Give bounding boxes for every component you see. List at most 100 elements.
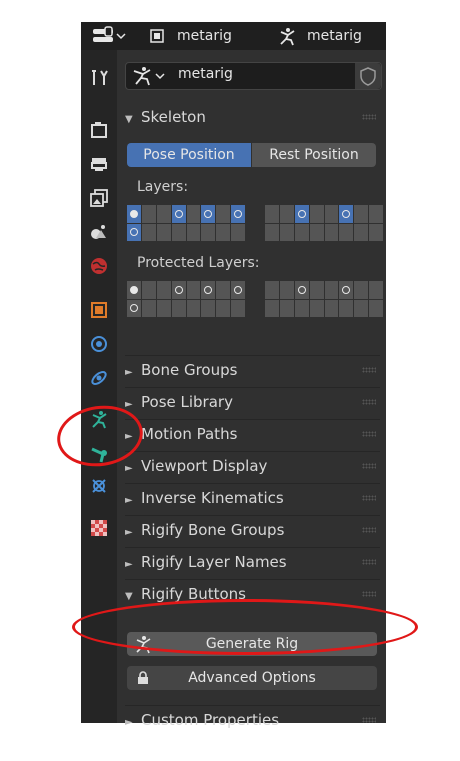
- tool-tab[interactable]: [85, 64, 113, 92]
- protected-layer-toggle[interactable]: [156, 299, 171, 317]
- drag-grip-icon[interactable]: [362, 559, 376, 565]
- layer-toggle[interactable]: [339, 205, 354, 223]
- layer-toggle[interactable]: [369, 223, 383, 241]
- layer-toggle[interactable]: [156, 205, 171, 223]
- protected-layer-toggle[interactable]: [339, 281, 354, 299]
- protected-layer-toggle[interactable]: [279, 299, 294, 317]
- breadcrumb-armature[interactable]: metarig: [307, 26, 362, 46]
- texture-tab[interactable]: [85, 514, 113, 542]
- modifiers-tab[interactable]: [85, 330, 113, 358]
- layer-toggle[interactable]: [231, 205, 245, 223]
- layer-toggle[interactable]: [186, 205, 201, 223]
- protected-layer-toggle[interactable]: [231, 281, 245, 299]
- rigify-bone-groups-panel-header[interactable]: ► Rigify Bone Groups: [125, 515, 380, 544]
- protected-layer-toggle[interactable]: [186, 281, 201, 299]
- layer-toggle[interactable]: [127, 223, 141, 241]
- output-tab[interactable]: [85, 150, 113, 178]
- drag-grip-icon[interactable]: [362, 527, 376, 533]
- armature-data-name-field[interactable]: metarig: [125, 62, 382, 90]
- layer-toggle[interactable]: [309, 223, 324, 241]
- inverse-kinematics-panel-header[interactable]: ► Inverse Kinematics: [125, 483, 380, 512]
- protected-layer-toggle[interactable]: [141, 299, 156, 317]
- protected-layer-toggle[interactable]: [354, 299, 369, 317]
- layer-toggle[interactable]: [171, 223, 186, 241]
- protected-layer-toggle[interactable]: [127, 281, 141, 299]
- layer-toggle[interactable]: [201, 223, 216, 241]
- physics-tab[interactable]: [85, 364, 113, 392]
- protected-layer-toggle[interactable]: [231, 299, 245, 317]
- protected-layer-toggle[interactable]: [369, 299, 383, 317]
- drag-grip-icon[interactable]: [362, 591, 376, 597]
- armature-browse-icon[interactable]: [130, 64, 170, 88]
- layer-toggle[interactable]: [369, 205, 383, 223]
- protected-layer-toggle[interactable]: [294, 299, 309, 317]
- breadcrumb-object[interactable]: metarig: [177, 26, 232, 46]
- pose-position-button[interactable]: Pose Position: [127, 143, 251, 167]
- custom-properties-panel-header[interactable]: ► Custom Properties: [125, 705, 380, 729]
- protected-layer-toggle[interactable]: [127, 299, 141, 317]
- protected-layer-toggle[interactable]: [339, 299, 354, 317]
- protected-layer-toggle[interactable]: [324, 299, 339, 317]
- layer-toggle[interactable]: [141, 205, 156, 223]
- rigify-layer-names-panel-header[interactable]: ► Rigify Layer Names: [125, 547, 380, 576]
- layer-toggle[interactable]: [171, 205, 186, 223]
- protected-layer-toggle[interactable]: [369, 281, 383, 299]
- bone-constraints-tab[interactable]: [85, 472, 113, 500]
- layer-toggle[interactable]: [127, 205, 141, 223]
- skeleton-panel-header[interactable]: ▼ Skeleton: [125, 103, 380, 131]
- protected-layer-toggle[interactable]: [156, 281, 171, 299]
- drag-grip-icon[interactable]: [362, 495, 376, 501]
- layer-toggle[interactable]: [339, 223, 354, 241]
- bone-layers-grid-left[interactable]: [127, 205, 245, 241]
- advanced-options-button[interactable]: Advanced Options: [127, 666, 377, 690]
- layer-toggle[interactable]: [354, 223, 369, 241]
- protected-layer-toggle[interactable]: [171, 299, 186, 317]
- fake-user-button[interactable]: [355, 63, 381, 89]
- motion-paths-panel-header[interactable]: ► Motion Paths: [125, 419, 380, 448]
- editor-type-dropdown[interactable]: [91, 26, 127, 46]
- protected-layer-toggle[interactable]: [265, 299, 279, 317]
- bone-groups-panel-header[interactable]: ► Bone Groups: [125, 355, 380, 384]
- scene-tab[interactable]: [85, 218, 113, 246]
- layer-toggle[interactable]: [265, 205, 279, 223]
- protected-layer-toggle[interactable]: [324, 281, 339, 299]
- protected-layer-toggle[interactable]: [186, 299, 201, 317]
- protected-layer-toggle[interactable]: [201, 281, 216, 299]
- layer-toggle[interactable]: [265, 223, 279, 241]
- layer-toggle[interactable]: [324, 223, 339, 241]
- protected-layer-toggle[interactable]: [216, 299, 231, 317]
- protected-layer-toggle[interactable]: [294, 281, 309, 299]
- drag-grip-icon[interactable]: [362, 114, 376, 120]
- protected-layer-toggle[interactable]: [171, 281, 186, 299]
- drag-grip-icon[interactable]: [362, 399, 376, 405]
- drag-grip-icon[interactable]: [362, 717, 376, 723]
- layer-toggle[interactable]: [279, 223, 294, 241]
- layer-toggle[interactable]: [354, 205, 369, 223]
- protected-layer-toggle[interactable]: [265, 281, 279, 299]
- protected-layer-toggle[interactable]: [141, 281, 156, 299]
- layer-toggle[interactable]: [294, 205, 309, 223]
- layer-toggle[interactable]: [186, 223, 201, 241]
- layer-toggle[interactable]: [216, 223, 231, 241]
- layer-toggle[interactable]: [231, 223, 245, 241]
- drag-grip-icon[interactable]: [362, 463, 376, 469]
- layer-toggle[interactable]: [294, 223, 309, 241]
- layer-toggle[interactable]: [324, 205, 339, 223]
- layer-toggle[interactable]: [156, 223, 171, 241]
- protected-layer-toggle[interactable]: [216, 281, 231, 299]
- drag-grip-icon[interactable]: [362, 367, 376, 373]
- protected-layer-toggle[interactable]: [309, 299, 324, 317]
- protected-layer-toggle[interactable]: [354, 281, 369, 299]
- rest-position-button[interactable]: Rest Position: [252, 143, 376, 167]
- layer-toggle[interactable]: [201, 205, 216, 223]
- render-tab[interactable]: [85, 116, 113, 144]
- bone-layers-grid-right[interactable]: [265, 205, 383, 241]
- protected-layers-grid-right[interactable]: [265, 281, 383, 317]
- protected-layer-toggle[interactable]: [201, 299, 216, 317]
- pose-library-panel-header[interactable]: ► Pose Library: [125, 387, 380, 416]
- protected-layers-grid-left[interactable]: [127, 281, 245, 317]
- layer-toggle[interactable]: [279, 205, 294, 223]
- object-tab[interactable]: [85, 296, 113, 324]
- layer-toggle[interactable]: [141, 223, 156, 241]
- view-layer-tab[interactable]: [85, 184, 113, 212]
